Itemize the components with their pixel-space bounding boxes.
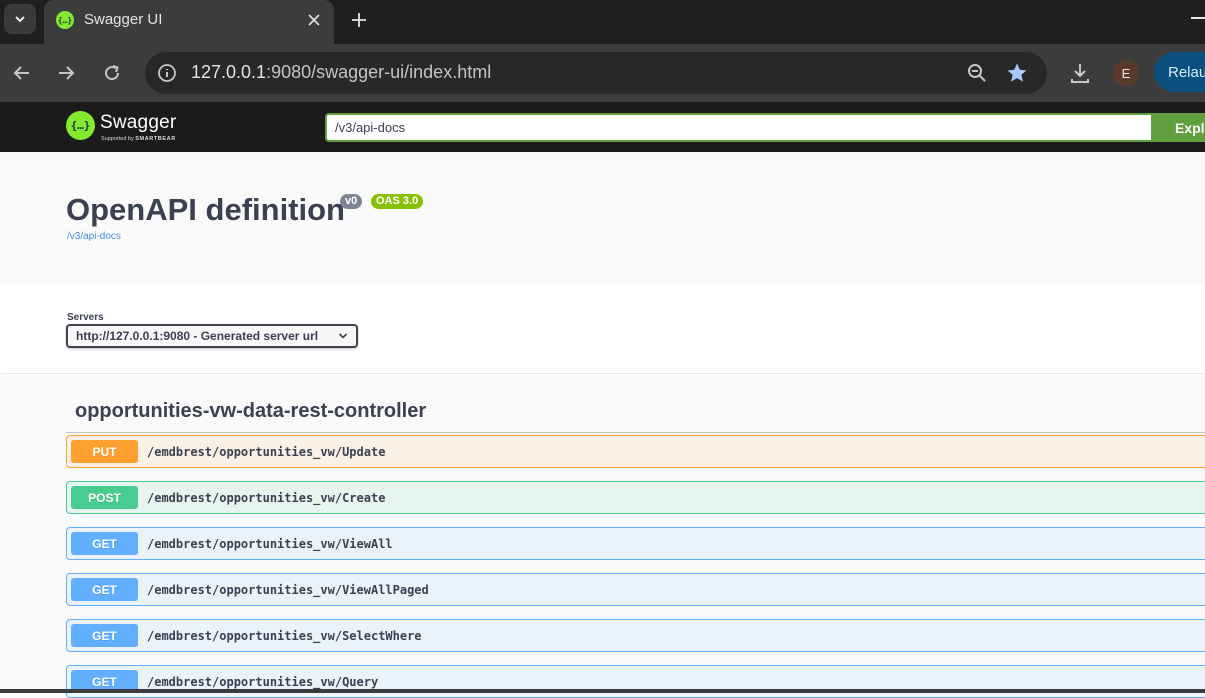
opblock-get-viewallpaged[interactable]: GET /emdbrest/opportunities_vw/ViewAllPa…: [66, 573, 1205, 606]
back-arrow-icon[interactable]: [7, 58, 37, 88]
api-title: OpenAPI definition: [66, 192, 345, 227]
url-host: 127.0.0.1: [191, 62, 267, 82]
logo-sub-brand: SMARTBEAR: [135, 136, 176, 142]
tab-close-icon[interactable]: [302, 8, 326, 32]
oas-version-badge: OAS 3.0: [371, 194, 424, 209]
method-badge: PUT: [71, 440, 138, 463]
tag-section-header[interactable]: opportunities-vw-data-rest-controller: [66, 396, 1205, 433]
address-bar[interactable]: 127.0.0.1:9080/swagger-ui/index.html: [145, 52, 1047, 94]
operation-path: /emdbrest/opportunities_vw/Update: [147, 445, 386, 459]
bookmark-star-icon[interactable]: [1005, 61, 1029, 85]
forward-arrow-icon[interactable]: [51, 58, 81, 88]
window-minimize-icon[interactable]: [1191, 17, 1205, 19]
operation-path: /emdbrest/opportunities_vw/SelectWhere: [147, 629, 422, 643]
method-badge: GET: [71, 578, 138, 601]
tab-search-button[interactable]: [4, 4, 36, 34]
swagger-logo[interactable]: {…} Swagger Supported by SMARTBEAR: [66, 111, 196, 145]
logo-sub-prefix: Supported by: [101, 136, 134, 142]
swagger-favicon-icon: {…}: [56, 11, 74, 29]
chevron-down-icon: [15, 16, 25, 23]
servers-section: Servers http://127.0.0.1:9080 - Generate…: [0, 284, 1205, 373]
explore-button[interactable]: Explore: [1151, 113, 1205, 142]
browser-toolbar: 127.0.0.1:9080/swagger-ui/index.html E R…: [0, 44, 1205, 102]
operation-path: /emdbrest/opportunities_vw/ViewAllPaged: [147, 583, 429, 597]
servers-selected-value: http://127.0.0.1:9080 - Generated server…: [76, 329, 319, 343]
api-docs-link[interactable]: /v3/api-docs: [67, 231, 121, 242]
swagger-topbar: {…} Swagger Supported by SMARTBEAR Explo…: [0, 102, 1205, 152]
relaunch-button[interactable]: Relaunch: [1154, 52, 1205, 92]
method-badge: GET: [71, 532, 138, 555]
operations-area: opportunities-vw-data-rest-controller PU…: [0, 374, 1205, 698]
version-badge: v0: [340, 194, 363, 209]
operation-path: /emdbrest/opportunities_vw/Create: [147, 491, 386, 505]
spec-url-input[interactable]: [325, 113, 1151, 142]
zoom-magnifier-icon[interactable]: [965, 61, 989, 85]
swagger-logo-subtitle: Supported by SMARTBEAR: [101, 136, 176, 142]
download-icon[interactable]: [1066, 59, 1094, 87]
method-badge: POST: [71, 486, 138, 509]
tag-title: opportunities-vw-data-rest-controller: [75, 400, 427, 422]
swagger-logo-icon: {…}: [66, 111, 95, 140]
opblock-post-create[interactable]: POST /emdbrest/opportunities_vw/Create: [66, 481, 1205, 514]
browser-tab-bar: {…} Swagger UI: [0, 0, 1205, 44]
site-info-icon[interactable]: [155, 61, 179, 85]
profile-avatar[interactable]: E: [1113, 60, 1139, 86]
reload-icon[interactable]: [97, 58, 127, 88]
address-url[interactable]: 127.0.0.1:9080/swagger-ui/index.html: [191, 62, 491, 83]
opblock-put-update[interactable]: PUT /emdbrest/opportunities_vw/Update: [66, 435, 1205, 468]
operation-path: /emdbrest/opportunities_vw/ViewAll: [147, 537, 393, 551]
api-info-section: OpenAPI definition v0 OAS 3.0 /v3/api-do…: [0, 152, 1205, 284]
new-tab-plus-icon[interactable]: [345, 6, 373, 34]
opblock-get-query[interactable]: GET /emdbrest/opportunities_vw/Query: [66, 665, 1205, 698]
operation-path: /emdbrest/opportunities_vw/Query: [147, 675, 379, 689]
servers-select[interactable]: http://127.0.0.1:9080 - Generated server…: [66, 324, 358, 348]
tab-title: Swagger UI: [84, 11, 163, 28]
url-path: :9080/swagger-ui/index.html: [266, 62, 492, 82]
browser-tab-swagger[interactable]: {…} Swagger UI: [44, 0, 334, 44]
opblock-get-selectwhere[interactable]: GET /emdbrest/opportunities_vw/SelectWhe…: [66, 619, 1205, 652]
servers-label: Servers: [67, 312, 104, 323]
opblock-get-viewall[interactable]: GET /emdbrest/opportunities_vw/ViewAll: [66, 527, 1205, 560]
method-badge: GET: [71, 624, 138, 647]
chevron-down-icon: [338, 333, 348, 339]
swagger-logo-word: Swagger: [100, 112, 177, 133]
horizontal-scrollbar[interactable]: [0, 689, 1205, 693]
